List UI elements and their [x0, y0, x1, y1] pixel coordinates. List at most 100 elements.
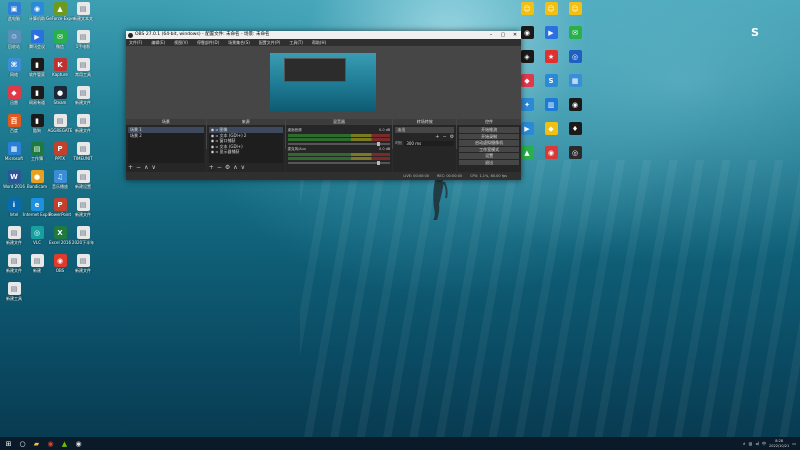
desktop-icon[interactable]: ▤ 1手电影	[69, 30, 97, 49]
desktop-icon[interactable]: ▤ 新建文件	[69, 254, 97, 273]
mixer-track: 桌面音频 0.0 dB	[287, 128, 391, 146]
menu-item[interactable]: 工具(T)	[289, 39, 303, 46]
preview-canvas[interactable]	[270, 53, 376, 112]
app-icon: ◉	[30, 2, 44, 15]
desktop-icon[interactable]: ☺	[561, 2, 589, 15]
remove-transition-button[interactable]: −	[442, 134, 446, 140]
control-button[interactable]: 工作室模式	[459, 146, 520, 152]
desktop-icon[interactable]: ▤ TIMEUNIT	[69, 142, 97, 161]
desktop-s-shortcut-icon[interactable]: S	[741, 25, 769, 40]
status-bar: LIVE: 00:00:00 REC: 00:00:00 CPU: 1.1%, …	[126, 172, 521, 180]
controls-dock: 控件 开始推流 开始录制 启动虚拟摄像机 工作室模式 设置 退出	[457, 119, 522, 172]
desktop-icon[interactable]: ▦	[561, 74, 589, 87]
transition-type-select[interactable]: 淡出	[395, 127, 455, 133]
minimize-button[interactable]: –	[485, 31, 497, 39]
remove-source-button[interactable]: −	[217, 164, 222, 171]
move-down-button[interactable]: ∨	[241, 164, 245, 171]
mixer-track-header: 桌面音频 0.0 dB	[288, 128, 391, 133]
menu-item[interactable]: 配置文件(P)	[259, 39, 281, 46]
app-icon: P	[53, 198, 67, 211]
app-icon: ◉	[520, 26, 534, 39]
desktop-icon[interactable]: ▤ 2020下半年	[69, 226, 97, 245]
app-icon: ☺	[568, 2, 582, 15]
system-tray: ∧ ▥ ◂) 中 8:28 2022/10/21 ▭	[743, 437, 796, 450]
transition-settings-icon[interactable]: ⚙	[450, 134, 454, 140]
control-button[interactable]: 设置	[459, 153, 520, 159]
transitions-header: 转场特效	[393, 119, 457, 125]
desktop-icon[interactable]: ▤ 新建工具	[0, 282, 28, 301]
desktop-icon[interactable]: ◎	[561, 50, 589, 63]
app-icon: ▤	[76, 114, 90, 127]
volume-fader[interactable]	[287, 142, 391, 146]
desktop-icon[interactable]: ▤ 新建文件	[69, 114, 97, 133]
input-method-icon[interactable]: 中	[762, 441, 766, 447]
app-icon: ▣	[7, 2, 21, 15]
app-icon: i	[7, 198, 21, 211]
control-button[interactable]: 退出	[459, 159, 520, 165]
menu-item[interactable]: 文件(F)	[129, 39, 142, 46]
menu-item[interactable]: 场景集合(S)	[228, 39, 250, 46]
taskbar-items: ⊞ ○ ▰ ◉ ▲ ◉	[0, 438, 84, 449]
desktop-icon[interactable]: ◉	[561, 98, 589, 111]
app-icon: ▶	[520, 122, 534, 135]
move-down-button[interactable]: ∨	[151, 164, 155, 171]
clock-date: 2022/10/21	[769, 443, 790, 448]
desktop-icon[interactable]: ♦	[561, 122, 589, 135]
rec-status: REC: 00:00:00	[436, 174, 463, 178]
desktop-icon[interactable]: ▤ 新建设置	[69, 170, 97, 189]
move-up-button[interactable]: ∧	[233, 164, 237, 171]
move-up-button[interactable]: ∧	[144, 164, 148, 171]
add-source-button[interactable]: +	[209, 164, 214, 171]
start-icon[interactable]: ⊞	[3, 438, 14, 449]
control-button[interactable]: 启动虚拟摄像机	[459, 140, 520, 146]
obs-titlebar[interactable]: OBS 27.0.1 (64-bit, windows) - 配置文件: 未命名…	[126, 31, 521, 39]
desktop-icon[interactable]: ▤ 新建文件	[69, 198, 97, 217]
network-icon[interactable]: ▥	[749, 441, 753, 446]
obs-window[interactable]: OBS 27.0.1 (64-bit, windows) - 配置文件: 未命名…	[126, 31, 522, 180]
scene-item[interactable]: 场景 2	[128, 133, 204, 139]
duration-input[interactable]: 300 ms	[404, 140, 455, 146]
duration-label: 时长	[395, 140, 403, 145]
desktop-icon[interactable]: ▤ 新建文本文	[69, 2, 97, 21]
menu-item[interactable]: 视图(V)	[174, 39, 188, 46]
live-status: LIVE: 00:00:00	[403, 174, 429, 178]
desktop-icon-label: TIMEUNIT	[73, 156, 93, 161]
desktop-icon-label: 新建工具	[6, 296, 22, 301]
desktop-icon[interactable]: ✉	[561, 26, 589, 39]
controls-header: 控件	[457, 119, 522, 125]
source-settings-icon[interactable]: ⚙	[225, 164, 230, 171]
app-icon: ▤	[76, 30, 90, 43]
obs-icon[interactable]: ◉	[73, 438, 84, 449]
source-item[interactable]: ◉ ▫ 显示器捕获	[209, 149, 283, 155]
explorer-icon[interactable]: ▰	[31, 438, 42, 449]
menu-item[interactable]: 编辑(E)	[151, 39, 165, 46]
add-scene-button[interactable]: +	[128, 164, 133, 171]
geforce-icon[interactable]: ▲	[59, 438, 70, 449]
desktop-icon[interactable]: ▤ 新建文件	[69, 86, 97, 105]
mixer-track: 麦克风/Aux 0.0 dB	[287, 147, 391, 165]
search-icon[interactable]: ○	[17, 438, 28, 449]
desktop-icon[interactable]: ◎	[561, 146, 589, 159]
notification-icon[interactable]: ▭	[792, 441, 796, 446]
maximize-button[interactable]: ▢	[497, 31, 509, 39]
app-icon: ▤	[76, 254, 90, 267]
volume-fader[interactable]	[287, 161, 391, 165]
app-icon: ◆	[544, 122, 558, 135]
close-button[interactable]: ✕	[509, 31, 521, 39]
control-button[interactable]: 开始录制	[459, 133, 520, 139]
add-transition-button[interactable]: +	[435, 134, 439, 140]
scenes-dock: 场景 场景 1 场景 2 + − ∧ ∨	[126, 119, 206, 172]
taskbar-clock[interactable]: 8:28 2022/10/21	[769, 439, 789, 448]
menu-item[interactable]: 停靠部件(D)	[197, 39, 219, 46]
app-icon: ▶	[544, 26, 558, 39]
menu-item[interactable]: 帮助(H)	[312, 39, 326, 46]
chrome-icon[interactable]: ◉	[45, 438, 56, 449]
tray-chevron-icon[interactable]: ∧	[743, 441, 746, 446]
desktop-icon[interactable]: ▤ 常用工具	[69, 58, 97, 77]
app-icon: ▶	[30, 30, 44, 43]
app-icon: S	[544, 74, 558, 87]
control-button[interactable]: 开始推流	[459, 127, 520, 133]
window-controls: – ▢ ✕	[485, 31, 521, 39]
remove-scene-button[interactable]: −	[136, 164, 141, 171]
volume-icon[interactable]: ◂)	[755, 441, 759, 446]
